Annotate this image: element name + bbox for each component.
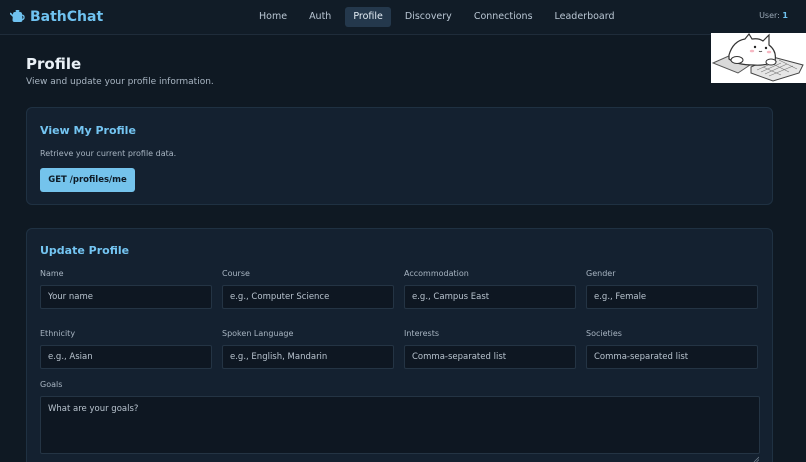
nav-link-home[interactable]: Home <box>251 7 295 27</box>
course-input[interactable] <box>222 285 394 309</box>
nav-link-connections[interactable]: Connections <box>466 7 541 27</box>
nav-links: Home Auth Profile Discovery Connections … <box>251 7 623 27</box>
interests-label: Interests <box>404 329 439 338</box>
gender-input[interactable] <box>586 285 758 309</box>
name-label: Name <box>40 269 64 278</box>
page-subtitle: View and update your profile information… <box>26 77 214 87</box>
page-title: Profile <box>26 55 82 73</box>
update-profile-title: Update Profile <box>40 244 130 257</box>
goals-textarea[interactable] <box>40 396 760 454</box>
course-label: Course <box>222 269 250 278</box>
societies-label: Societies <box>586 329 622 338</box>
nav-link-leaderboard[interactable]: Leaderboard <box>547 7 623 27</box>
ethnicity-label: Ethnicity <box>40 329 76 338</box>
view-profile-title: View My Profile <box>40 124 136 137</box>
accommodation-input[interactable] <box>404 285 576 309</box>
get-profile-button[interactable]: GET /profiles/me <box>40 168 135 192</box>
kettle-icon <box>9 8 25 27</box>
view-profile-description: Retrieve your current profile data. <box>40 149 177 158</box>
gender-label: Gender <box>586 269 616 278</box>
resize-grip-icon[interactable] <box>753 447 760 462</box>
spoken-language-label: Spoken Language <box>222 329 294 338</box>
nav-link-auth[interactable]: Auth <box>301 7 339 27</box>
user-id: 1 <box>782 11 788 20</box>
nav-link-discovery[interactable]: Discovery <box>397 7 460 27</box>
interests-input[interactable] <box>404 345 576 369</box>
view-profile-card: View My Profile Retrieve your current pr… <box>26 107 773 205</box>
spoken-language-input[interactable] <box>222 345 394 369</box>
update-profile-card: Update Profile Name Course Accommodation… <box>26 228 773 462</box>
user-label: User: <box>759 11 780 20</box>
ethnicity-input[interactable] <box>40 345 212 369</box>
societies-input[interactable] <box>586 345 758 369</box>
top-navbar: BathChat Home Auth Profile Discovery Con… <box>0 0 806 35</box>
user-indicator: User: 1 <box>759 11 788 20</box>
accommodation-label: Accommodation <box>404 269 469 278</box>
nav-link-profile[interactable]: Profile <box>345 7 391 27</box>
goals-label: Goals <box>40 380 63 389</box>
name-input[interactable] <box>40 285 212 309</box>
cat-typing-icon <box>711 32 806 83</box>
brand-name: BathChat <box>30 9 104 25</box>
brand[interactable]: BathChat <box>9 8 104 27</box>
